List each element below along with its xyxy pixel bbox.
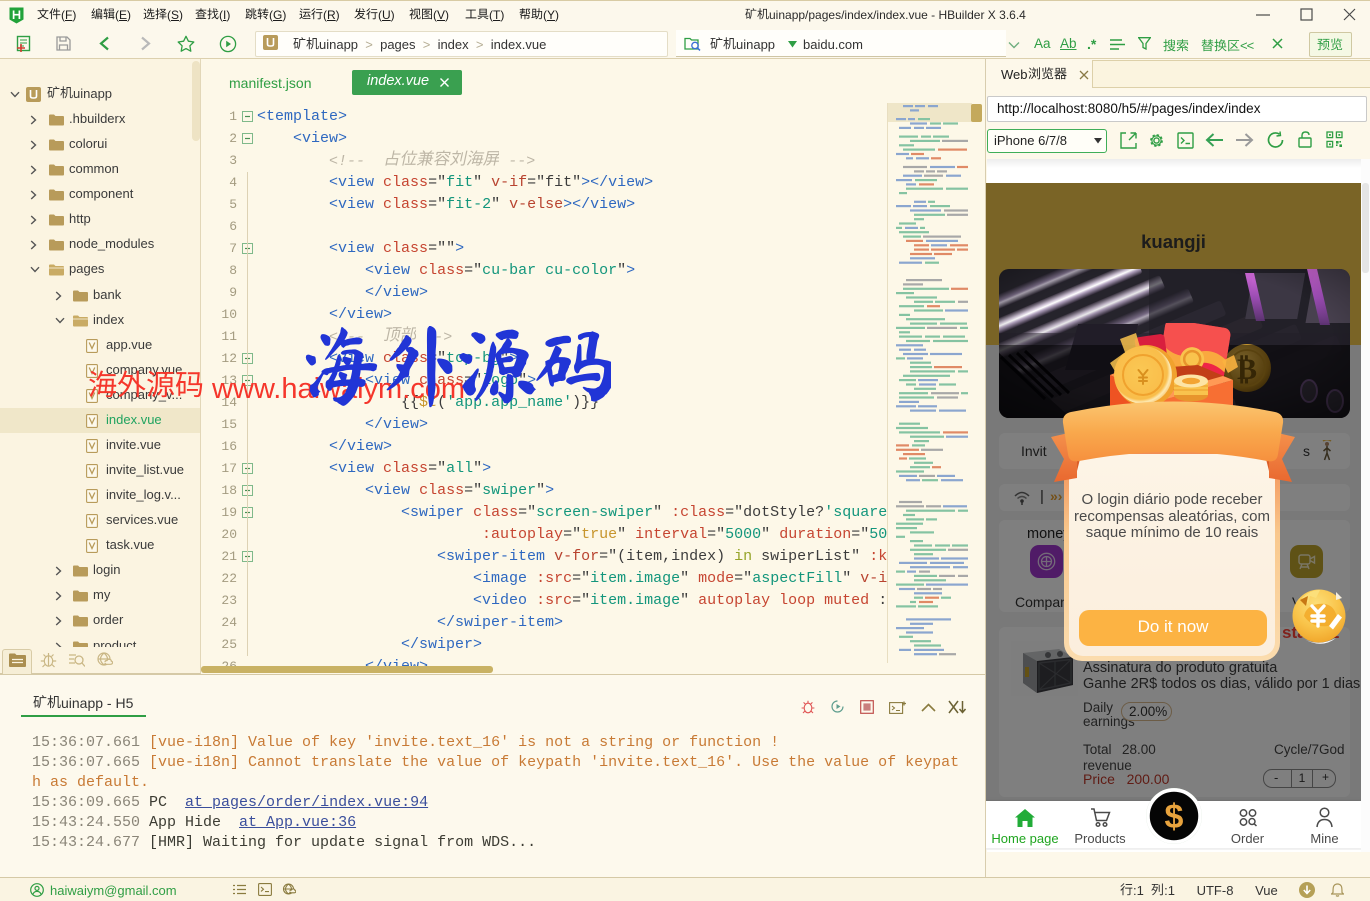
svg-text:$: $ [1165,798,1184,836]
